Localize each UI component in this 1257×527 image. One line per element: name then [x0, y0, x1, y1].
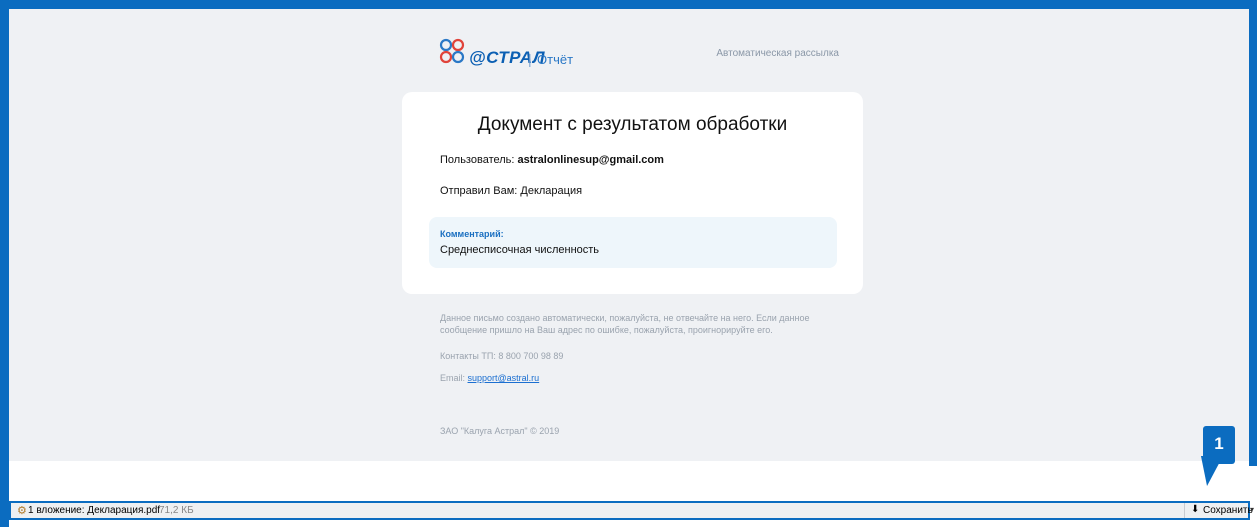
footer-email: Email: support@astral.ru [440, 372, 835, 384]
user-line: Пользователь: astralonlinesup@gmail.com [440, 154, 664, 166]
paperclip-icon: ⚙ [17, 505, 27, 517]
support-email-link[interactable]: support@astral.ru [468, 373, 540, 383]
user-email: astralonlinesup@gmail.com [517, 154, 664, 166]
attachment-label[interactable]: 1 вложение: Декларация.pdf [28, 505, 160, 516]
comment-text: Среднесписочная численность [440, 244, 600, 256]
email-header: @СТРАЛ | Отчёт Автоматическая рассылка [439, 38, 839, 78]
auto-mailing-label: Автоматическая рассылка [716, 48, 839, 59]
step-callout: 1 [1203, 426, 1235, 464]
footer-copyright: ЗАО "Калуга Астрал" © 2019 [440, 426, 560, 436]
attachment-size: 71,2 КБ [159, 505, 194, 516]
highlight-frame-left [0, 0, 9, 527]
card-title: Документ с результатом обработки [477, 114, 788, 135]
logo-text: @СТРАЛ [469, 48, 546, 67]
sender-line: Отправил Вам: Декларация [440, 185, 583, 197]
attachment-bar: ⚙ 1 вложение: Декларация.pdf 71,2 КБ ⬇ С… [9, 501, 1253, 520]
highlight-frame-top [0, 0, 1257, 9]
astral-logo-icon [439, 38, 465, 64]
save-button-label: Сохранить [1203, 505, 1253, 516]
chevron-down-icon[interactable]: ▾ [1250, 505, 1254, 514]
download-icon: ⬇ [1191, 504, 1200, 515]
logo-subtitle: Отчёт [537, 52, 574, 67]
footer-notice: Данное письмо создано автоматически, пож… [440, 313, 810, 335]
user-label: Пользователь: [440, 154, 518, 166]
highlight-frame-right [1249, 0, 1257, 466]
result-card: Документ с результатом обработки Пользов… [402, 92, 863, 294]
logo-separator: | [528, 51, 532, 67]
save-button[interactable]: ⬇ Сохранить [1184, 503, 1253, 518]
footer-email-label: Email: [440, 373, 468, 383]
comment-box: Комментарий: Среднесписочная численность [429, 217, 837, 268]
footer-contacts: Контакты ТП: 8 800 700 98 89 [440, 351, 564, 361]
comment-label: Комментарий: [440, 229, 504, 239]
